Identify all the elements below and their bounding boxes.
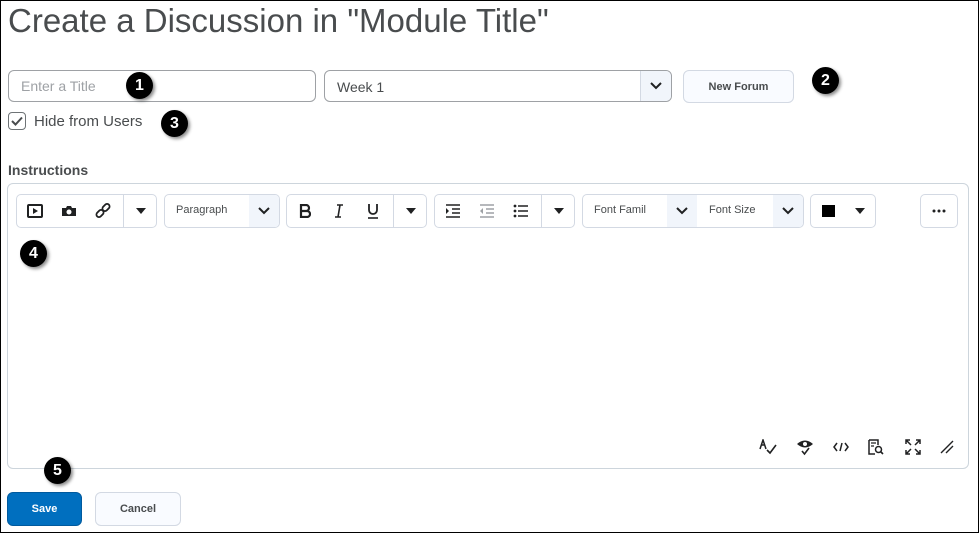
chevron-down-icon[interactable] [249,195,279,227]
save-button[interactable]: Save [7,492,82,526]
toolbar-font-group: Font Famil Font Size [582,194,804,228]
resize-handle-icon[interactable] [936,436,958,458]
bullet-list-icon[interactable] [504,195,538,227]
more-format-dropdown-icon[interactable] [394,195,428,227]
underline-icon[interactable] [356,195,390,227]
fullscreen-icon[interactable] [902,436,924,458]
preview-icon[interactable] [865,436,887,458]
title-input[interactable] [8,70,316,102]
instructions-label: Instructions [8,162,89,178]
insert-image-icon[interactable] [52,195,86,227]
bold-icon[interactable] [288,195,322,227]
callout-badge-1: 1 [126,72,153,99]
text-color-swatch [822,205,835,217]
toolbar-list-group [434,194,575,228]
callout-badge-5: 5 [44,457,71,484]
indent-icon[interactable] [436,195,470,227]
cancel-button[interactable]: Cancel [95,492,181,526]
ellipsis-icon [922,195,956,227]
chevron-down-icon[interactable] [773,195,803,227]
page-title: Create a Discussion in "Module Title" [8,2,549,39]
outdent-icon[interactable] [470,195,504,227]
callout-badge-3: 3 [161,110,188,137]
callout-badge-4: 4 [20,240,47,267]
forum-select-value: Week 1 [337,79,385,95]
forum-select[interactable]: Week 1 [324,70,672,102]
paragraph-format-select[interactable]: Paragraph [164,194,280,228]
hide-from-users-label: Hide from Users [34,112,143,130]
insert-video-icon[interactable] [18,195,52,227]
more-options-button[interactable] [920,194,958,228]
font-size-label[interactable]: Font Size [709,204,755,216]
accessibility-checker-icon[interactable] [794,436,816,458]
italic-icon[interactable] [322,195,356,227]
color-dropdown-icon[interactable] [843,195,877,227]
hide-from-users-row[interactable]: Hide from Users [8,112,142,130]
source-code-icon[interactable] [830,436,852,458]
toolbar-insert-group [16,194,157,228]
callout-badge-2: 2 [812,67,839,94]
hide-from-users-checkbox[interactable] [8,112,26,130]
new-forum-button[interactable]: New Forum [683,70,794,103]
text-color-picker[interactable] [810,194,876,228]
chevron-down-icon[interactable] [640,71,671,101]
paragraph-format-label: Paragraph [176,204,228,216]
spellcheck-icon[interactable] [757,436,779,458]
check-icon [11,116,23,126]
insert-link-icon[interactable] [86,195,120,227]
chevron-down-icon[interactable] [667,195,697,227]
more-insert-dropdown-icon[interactable] [124,195,158,227]
font-family-label[interactable]: Font Famil [594,204,646,216]
toolbar-text-style-group [286,194,427,228]
more-list-dropdown-icon[interactable] [542,195,576,227]
